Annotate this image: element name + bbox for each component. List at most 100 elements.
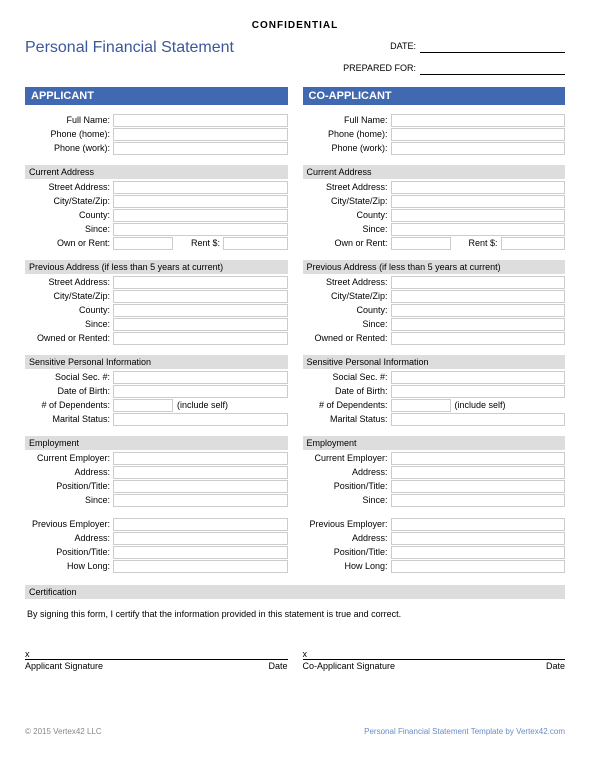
input-dependents[interactable] (113, 399, 173, 412)
input-co-emp-since[interactable] (391, 494, 566, 507)
input-co-prev-csz[interactable] (391, 290, 566, 303)
input-co-prev-county[interactable] (391, 304, 566, 317)
label-dob: Date of Birth: (25, 386, 113, 396)
input-co-phone-work[interactable] (391, 142, 566, 155)
input-prev-csz[interactable] (113, 290, 288, 303)
input-co-own-rent[interactable] (391, 237, 451, 250)
input-co-since[interactable] (391, 223, 566, 236)
label-co-rent-amt: Rent $: (451, 238, 501, 248)
input-co-prev-employer[interactable] (391, 518, 566, 531)
prepared-for-input[interactable] (420, 61, 565, 75)
input-co-dependents[interactable] (391, 399, 451, 412)
input-co-owned-rented[interactable] (391, 332, 566, 345)
label-co-full-name: Full Name: (303, 115, 391, 125)
input-dob[interactable] (113, 385, 288, 398)
input-emp-address[interactable] (113, 466, 288, 479)
input-co-prev-emp-address[interactable] (391, 532, 566, 545)
label-since: Since: (25, 224, 113, 234)
page-title: Personal Financial Statement (25, 39, 390, 57)
note-include-self: (include self) (173, 400, 228, 410)
applicant-signature-line[interactable] (25, 659, 288, 660)
label-phone-work: Phone (work): (25, 143, 113, 153)
label-co-how-long: How Long: (303, 561, 391, 571)
section-sensitive: Sensitive Personal Information (25, 355, 288, 369)
section-prev-address: Previous Address (if less than 5 years a… (25, 260, 288, 274)
label-co-marital: Marital Status: (303, 414, 391, 424)
input-co-prev-since[interactable] (391, 318, 566, 331)
label-co-emp-address: Address: (303, 467, 391, 477)
input-prev-since[interactable] (113, 318, 288, 331)
label-prev-csz: City/State/Zip: (25, 291, 113, 301)
input-co-emp-address[interactable] (391, 466, 566, 479)
input-co-phone-home[interactable] (391, 128, 566, 141)
date-label: DATE: (390, 41, 416, 51)
input-prev-position[interactable] (113, 546, 288, 559)
input-marital[interactable] (113, 413, 288, 426)
input-phone-home[interactable] (113, 128, 288, 141)
label-co-prev-emp-address: Address: (303, 533, 391, 543)
input-co-street[interactable] (391, 181, 566, 194)
input-co-how-long[interactable] (391, 560, 566, 573)
sig-x-coapplicant: x (303, 649, 566, 659)
label-co-dob: Date of Birth: (303, 386, 391, 396)
input-ssn[interactable] (113, 371, 288, 384)
applicant-column: APPLICANT Full Name: Phone (home): Phone… (25, 87, 288, 573)
input-co-rent-amt[interactable] (501, 237, 566, 250)
input-prev-employer[interactable] (113, 518, 288, 531)
input-position[interactable] (113, 480, 288, 493)
section-co-prev-address: Previous Address (if less than 5 years a… (303, 260, 566, 274)
input-co-full-name[interactable] (391, 114, 566, 127)
section-employment: Employment (25, 436, 288, 450)
input-phone-work[interactable] (113, 142, 288, 155)
label-co-prev-street: Street Address: (303, 277, 391, 287)
input-co-prev-street[interactable] (391, 276, 566, 289)
label-co-since: Since: (303, 224, 391, 234)
coapplicant-signature-line[interactable] (303, 659, 566, 660)
input-co-cur-employer[interactable] (391, 452, 566, 465)
label-phone-home: Phone (home): (25, 129, 113, 139)
input-county[interactable] (113, 209, 288, 222)
input-since[interactable] (113, 223, 288, 236)
input-full-name[interactable] (113, 114, 288, 127)
input-co-dob[interactable] (391, 385, 566, 398)
input-emp-since[interactable] (113, 494, 288, 507)
input-prev-county[interactable] (113, 304, 288, 317)
label-county: County: (25, 210, 113, 220)
label-prev-position: Position/Title: (25, 547, 113, 557)
input-co-position[interactable] (391, 480, 566, 493)
section-co-sensitive: Sensitive Personal Information (303, 355, 566, 369)
input-prev-emp-address[interactable] (113, 532, 288, 545)
input-rent-amt[interactable] (223, 237, 288, 250)
label-street: Street Address: (25, 182, 113, 192)
coapplicant-sig-date-label: Date (515, 661, 565, 671)
input-own-rent[interactable] (113, 237, 173, 250)
label-prev-since: Since: (25, 319, 113, 329)
coapplicant-sig-label: Co-Applicant Signature (303, 661, 516, 671)
label-co-own-rent: Own or Rent: (303, 238, 391, 248)
applicant-signature-block: x Applicant SignatureDate (25, 649, 288, 671)
input-prev-street[interactable] (113, 276, 288, 289)
label-emp-address: Address: (25, 467, 113, 477)
label-prev-employer: Previous Employer: (25, 519, 113, 529)
input-co-marital[interactable] (391, 413, 566, 426)
label-co-phone-home: Phone (home): (303, 129, 391, 139)
label-csz: City/State/Zip: (25, 196, 113, 206)
coapplicant-header: CO-APPLICANT (303, 87, 566, 105)
input-how-long[interactable] (113, 560, 288, 573)
input-owned-rented[interactable] (113, 332, 288, 345)
label-co-dependents: # of Dependents: (303, 400, 391, 410)
applicant-sig-date-label: Date (238, 661, 288, 671)
input-co-prev-position[interactable] (391, 546, 566, 559)
input-co-county[interactable] (391, 209, 566, 222)
date-input[interactable] (420, 39, 565, 53)
input-co-csz[interactable] (391, 195, 566, 208)
input-cur-employer[interactable] (113, 452, 288, 465)
input-co-ssn[interactable] (391, 371, 566, 384)
label-owned-rented: Owned or Rented: (25, 333, 113, 343)
label-full-name: Full Name: (25, 115, 113, 125)
input-csz[interactable] (113, 195, 288, 208)
input-street[interactable] (113, 181, 288, 194)
confidential-label: CONFIDENTIAL (25, 20, 565, 31)
section-current-address: Current Address (25, 165, 288, 179)
footer-template-link: Personal Financial Statement Template by… (364, 727, 565, 736)
